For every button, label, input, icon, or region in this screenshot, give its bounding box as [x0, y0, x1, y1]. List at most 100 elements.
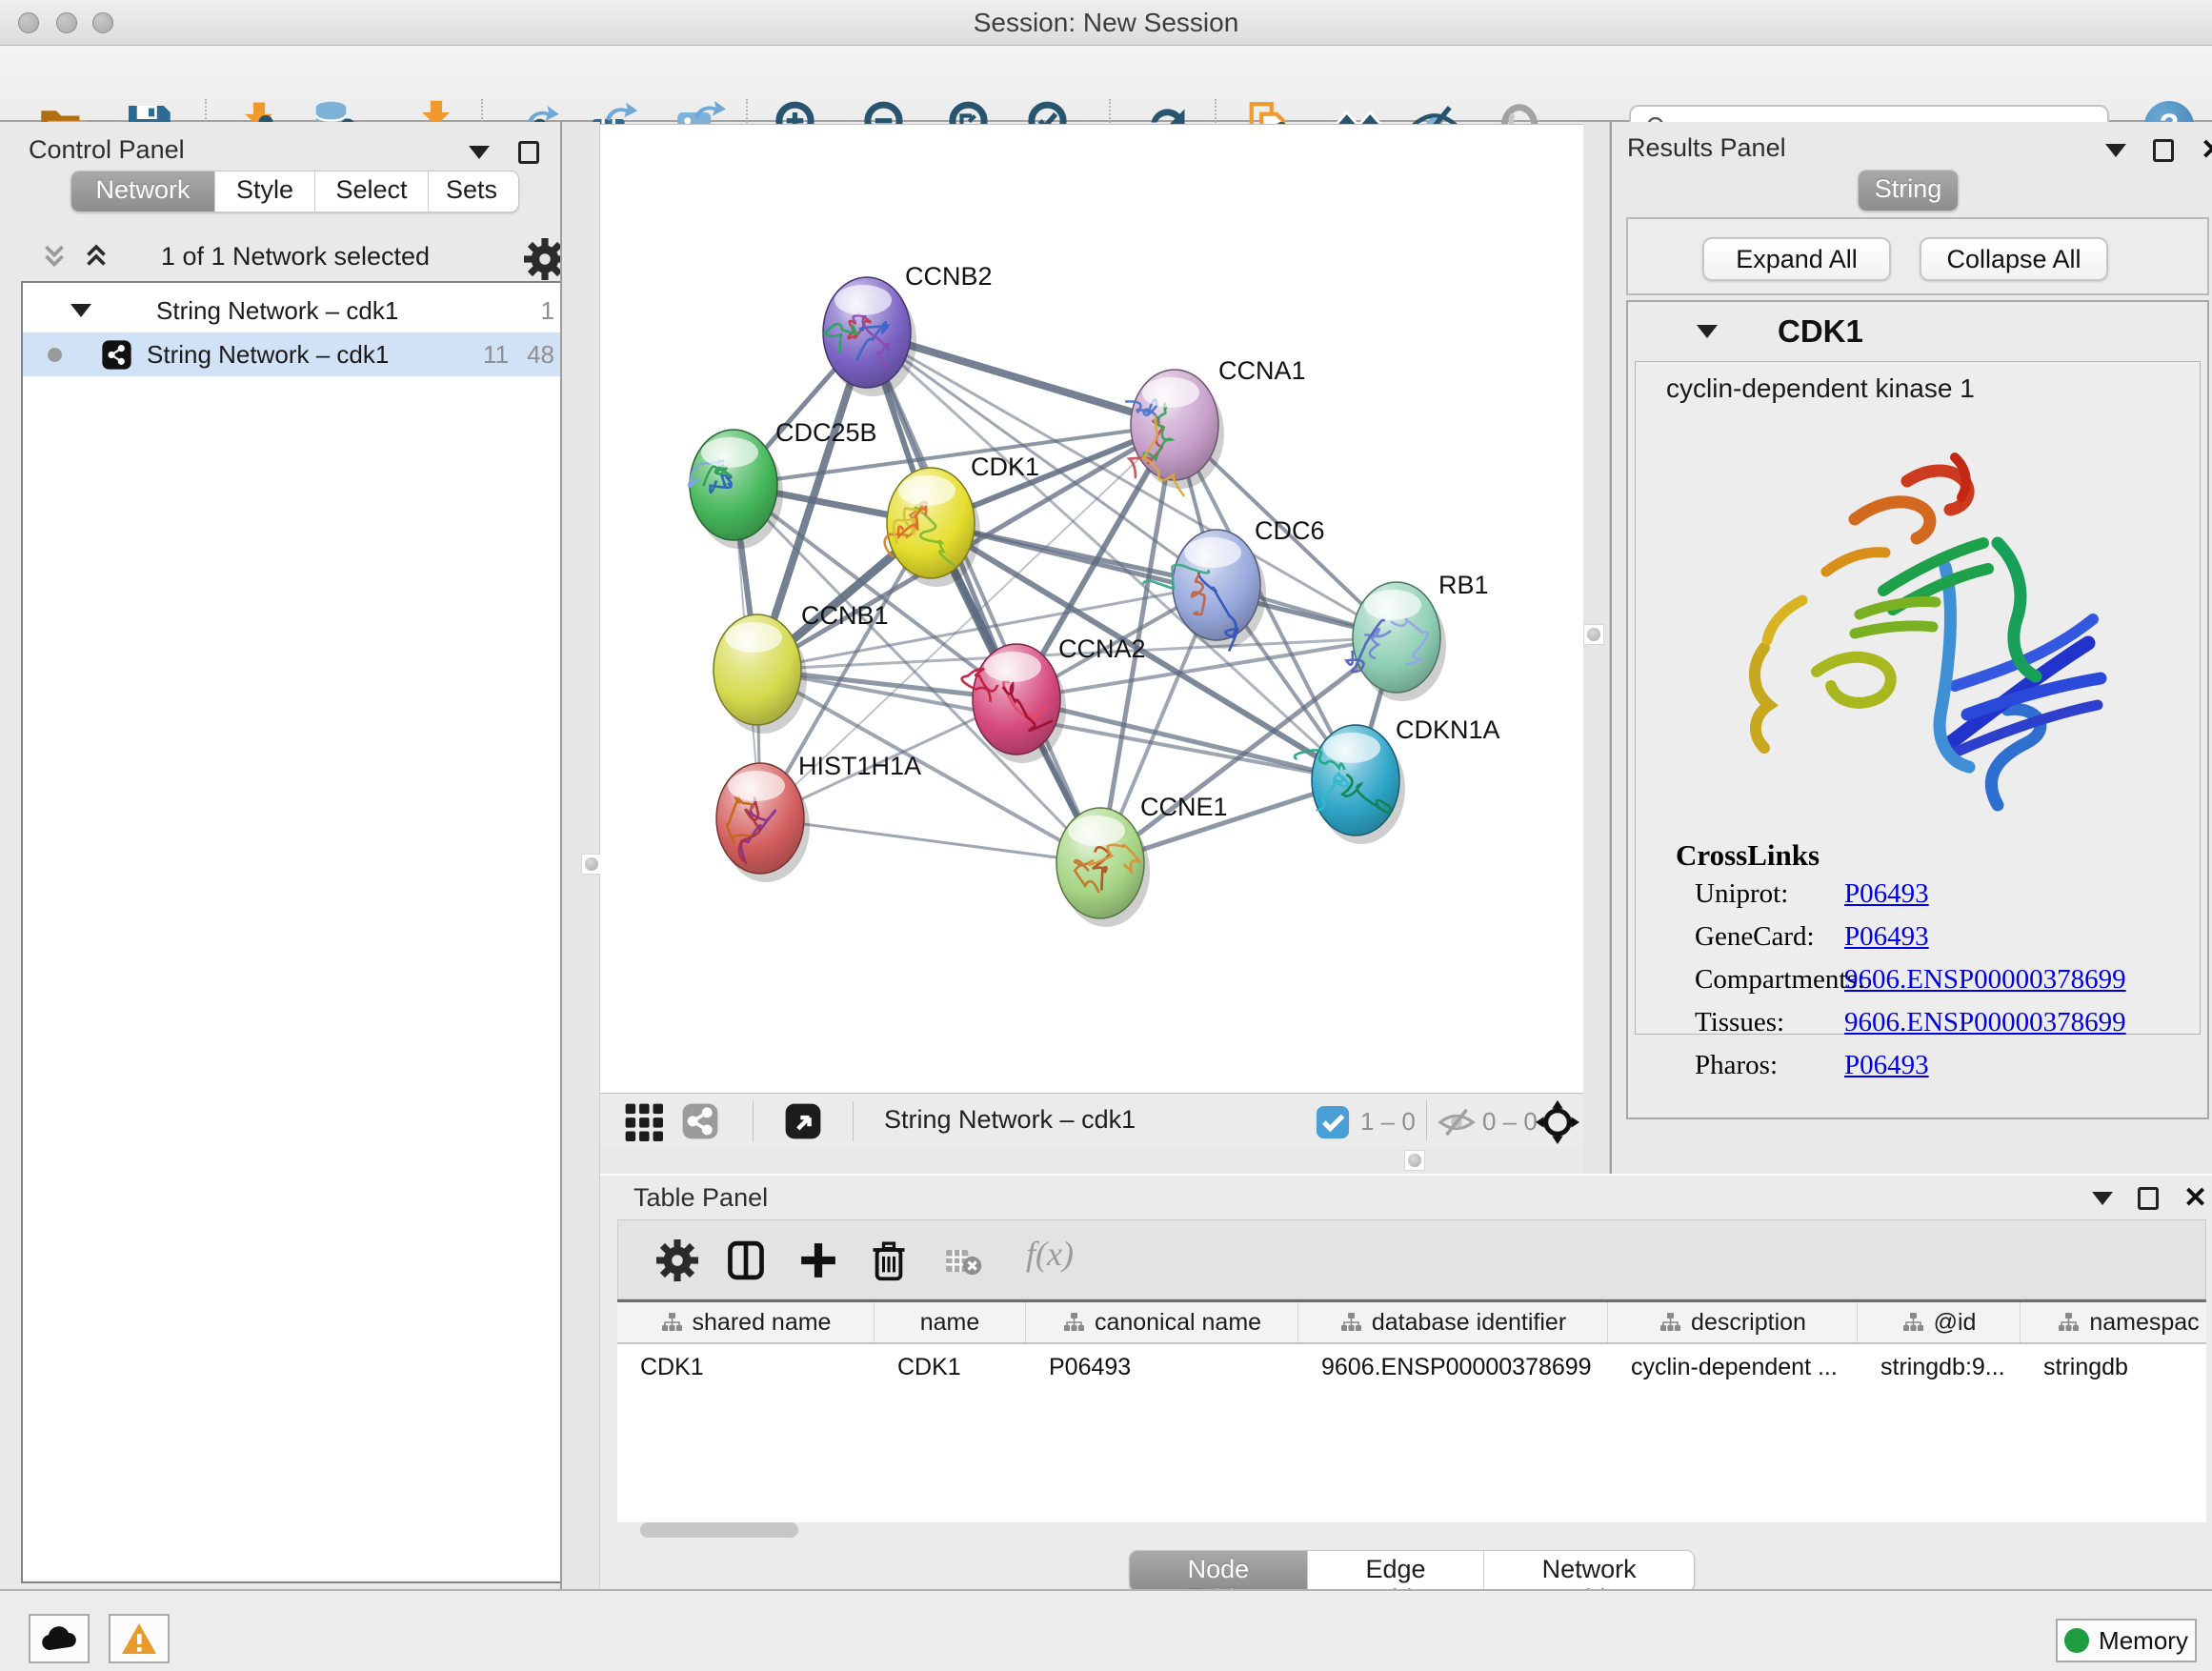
node-CCNB2[interactable]: CCNB2 [823, 262, 993, 396]
right-splitter-handle[interactable] [1583, 624, 1604, 645]
open-in-window-icon[interactable] [783, 1101, 823, 1141]
birdseye-grid-icon[interactable] [623, 1101, 663, 1141]
results-panel-title: Results Panel [1627, 133, 1786, 163]
cloud-icon [40, 1625, 78, 1652]
fit-content-crosshair-icon[interactable] [1536, 1100, 1579, 1144]
float-panel-icon[interactable] [2138, 1187, 2159, 1210]
collapse-panel-icon[interactable] [2092, 1192, 2113, 1205]
float-panel-icon[interactable] [2153, 139, 2174, 162]
crosslink-link[interactable]: P06493 [1844, 1050, 1929, 1081]
cloud-button[interactable] [29, 1614, 90, 1663]
node-RB1[interactable]: RB1 [1346, 571, 1488, 701]
table-row[interactable]: CDK1CDK1P064939606.ENSP00000378699cyclin… [617, 1346, 2206, 1388]
table-cell[interactable]: stringdb [2021, 1346, 2206, 1388]
network-row-selected[interactable]: String Network – cdk1 11 48 [23, 332, 568, 376]
title-bar: Session: New Session [0, 0, 2212, 46]
column-header-name[interactable]: name [875, 1302, 1026, 1342]
collapse-panel-icon[interactable] [2105, 144, 2126, 157]
selected-count: 1 – 0 [1360, 1107, 1416, 1137]
table-cell[interactable]: CDK1 [875, 1346, 1026, 1388]
table-cell[interactable]: stringdb:9... [1858, 1346, 2021, 1388]
left-splitter[interactable] [560, 122, 600, 1589]
table-cell[interactable]: P06493 [1026, 1346, 1298, 1388]
network-view-title: String Network – cdk1 [884, 1105, 1136, 1135]
cytoscape-window: Session: New Session ? [0, 0, 2212, 1671]
node-CCNB1[interactable]: CCNB1 [714, 601, 889, 734]
memory-button[interactable]: Memory [2056, 1619, 2197, 1662]
protein-result-card: CDK1 cyclin-dependent kinase 1 [1626, 300, 2209, 1119]
crosslink-row: Compartments: 9606.ENSP00000378699 [1695, 964, 2190, 1008]
node-count: 11 [483, 340, 509, 370]
crosslink-link[interactable]: P06493 [1844, 921, 1929, 953]
network-share-icon[interactable] [680, 1101, 720, 1141]
table-options-gear-icon[interactable] [656, 1239, 698, 1281]
protein-description: cyclin-dependent kinase 1 [1666, 373, 1975, 404]
tab-network-table[interactable]: Network Table [1483, 1551, 1694, 1591]
crosslinks-heading: CrossLinks [1676, 838, 1820, 873]
horizontal-splitter-handle[interactable] [1404, 1150, 1425, 1171]
collection-label: String Network – cdk1 [156, 296, 398, 326]
crosslink-row: Uniprot: P06493 [1695, 878, 2190, 922]
selected-checkbox-icon[interactable] [1313, 1102, 1353, 1142]
collapse-card-icon[interactable] [1697, 325, 1718, 338]
node-CCNE1[interactable]: CCNE1 [1056, 793, 1228, 927]
column-header-description[interactable]: description [1608, 1302, 1858, 1342]
protein-card-header[interactable]: CDK1 [1628, 302, 2207, 361]
warning-button[interactable] [109, 1614, 170, 1663]
node-label-HIST1H1A: HIST1H1A [798, 752, 921, 780]
node-label-CCNB1: CCNB1 [801, 601, 889, 630]
tab-style[interactable]: Style [214, 171, 314, 211]
tab-sets[interactable]: Sets [428, 171, 514, 211]
expand-all-button[interactable]: Expand All [1702, 237, 1891, 281]
collapse-all-button[interactable]: Collapse All [1920, 237, 2108, 281]
table-toolbar: f(x) [617, 1219, 2206, 1299]
column-header--id[interactable]: @id [1858, 1302, 2021, 1342]
horizontal-splitter[interactable] [600, 1148, 1583, 1174]
network-canvas[interactable]: CCNB2CCNA1CDC25BCDK1CDC6RB1CCNB1CCNA2CDK… [600, 124, 1583, 1093]
crosslink-link[interactable]: 9606.ENSP00000378699 [1844, 1007, 2126, 1038]
tab-select[interactable]: Select [314, 171, 428, 211]
tab-network[interactable]: Network [71, 171, 214, 211]
close-panel-icon[interactable]: ✕ [2183, 1184, 2207, 1213]
expander-icon[interactable] [70, 304, 91, 317]
crosslink-link[interactable]: 9606.ENSP00000378699 [1844, 964, 2126, 996]
netbar-divider [853, 1101, 854, 1141]
show-columns-icon[interactable] [725, 1239, 767, 1281]
network-collection-row[interactable]: String Network – cdk1 1 [23, 289, 568, 332]
memory-status-dot-icon [2064, 1628, 2089, 1653]
table-cell[interactable]: cyclin-dependent ... [1608, 1346, 1858, 1388]
add-column-icon[interactable] [797, 1239, 839, 1281]
close-panel-icon[interactable]: ✕ [2201, 136, 2212, 165]
function-builder-icon: f(x) [1026, 1234, 1068, 1276]
edge-CDK1-RB1[interactable] [931, 523, 1397, 637]
node-CCNA1[interactable]: CCNA1 [1125, 356, 1305, 496]
tab-node-table[interactable]: Node Table [1130, 1551, 1307, 1591]
node-table[interactable]: shared namenamecanonical namedatabase id… [617, 1299, 2206, 1522]
column-header-database-identifier[interactable]: database identifier [1298, 1302, 1608, 1342]
collapse-panel-icon[interactable] [469, 146, 490, 159]
edge-HIST1H1A-CCNE1[interactable] [760, 818, 1100, 863]
column-header-shared-name[interactable]: shared name [617, 1302, 875, 1342]
table-cell[interactable]: 9606.ENSP00000378699 [1298, 1346, 1608, 1388]
float-panel-icon[interactable] [518, 141, 539, 164]
node-label-CDKN1A: CDKN1A [1396, 715, 1500, 744]
node-CDC25B[interactable]: CDC25B [689, 418, 877, 549]
column-header-canonical-name[interactable]: canonical name [1026, 1302, 1298, 1342]
table-horizontal-scrollbar[interactable] [640, 1522, 798, 1538]
edge-CCNB2-CCNE1[interactable] [867, 332, 1100, 863]
node-label-CDC6: CDC6 [1255, 516, 1325, 545]
node-label-CDC25B: CDC25B [775, 418, 877, 447]
hidden-eye-icon[interactable] [1437, 1102, 1477, 1142]
table-cell[interactable]: CDK1 [617, 1346, 875, 1388]
tab-edge-table[interactable]: Edge Table [1307, 1551, 1483, 1591]
crosslink-link[interactable]: P06493 [1844, 878, 1929, 910]
node-label-CCNB2: CCNB2 [905, 262, 993, 291]
hidden-count: 0 – 0 [1482, 1107, 1538, 1137]
column-header-namespac[interactable]: namespac [2021, 1302, 2206, 1342]
tab-string[interactable]: String [1859, 171, 1958, 211]
node-HIST1H1A[interactable]: HIST1H1A [716, 752, 921, 882]
control-panel: Control Panel ✕ Network Style Select Set… [0, 122, 560, 1589]
left-splitter-handle[interactable] [581, 854, 602, 875]
delete-column-icon[interactable] [868, 1239, 910, 1281]
crosslink-label: Pharos: [1695, 1050, 1778, 1081]
